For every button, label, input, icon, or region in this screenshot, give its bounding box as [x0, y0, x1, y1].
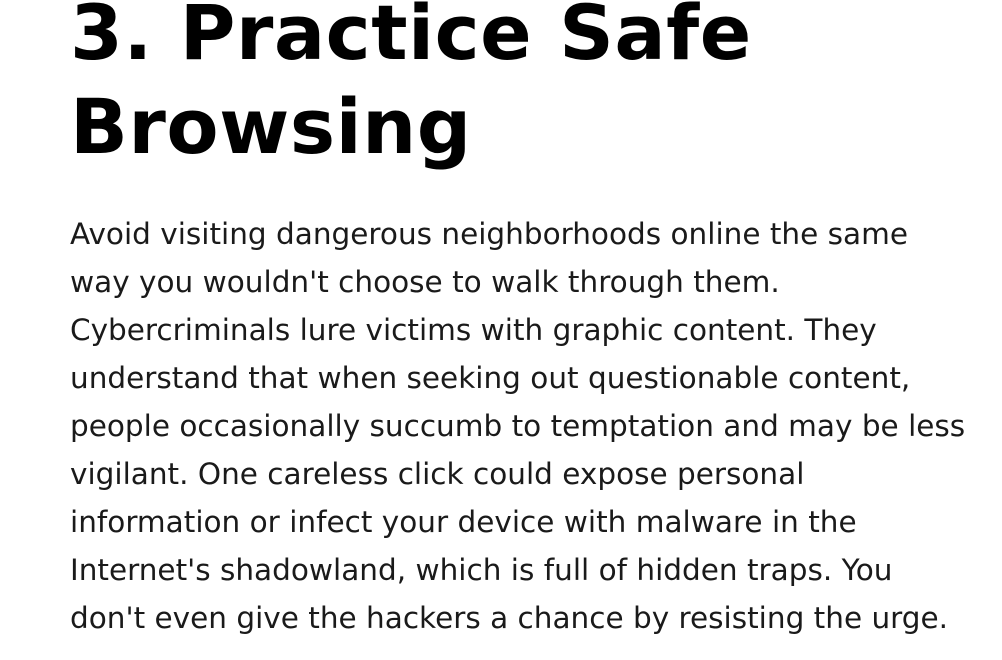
section-heading: 3. Practice Safe Browsing [70, 0, 970, 174]
paragraph-line: Cybercriminals lure victims with graphic… [70, 313, 877, 347]
paragraph-line: people occasionally succumb to temptatio… [70, 409, 966, 443]
paragraph-line: information or infect your device with m… [70, 505, 857, 539]
paragraph-line: way you wouldn't choose to walk through … [70, 265, 780, 299]
article-section: 3. Practice Safe Browsing Avoid visiting… [70, 0, 970, 642]
paragraph-line: don't even give the hackers a chance by … [70, 601, 949, 635]
paragraph-line: vigilant. One careless click could expos… [70, 457, 805, 491]
section-paragraph: Avoid visiting dangerous neighborhoods o… [70, 210, 970, 642]
section-heading-line: 3. Practice Safe [70, 0, 752, 77]
paragraph-line: Internet's shadowland, which is full of … [70, 553, 893, 587]
paragraph-line: Avoid visiting dangerous neighborhoods o… [70, 217, 908, 251]
paragraph-line: understand that when seeking out questio… [70, 361, 911, 395]
section-heading-line: Browsing [70, 82, 472, 171]
